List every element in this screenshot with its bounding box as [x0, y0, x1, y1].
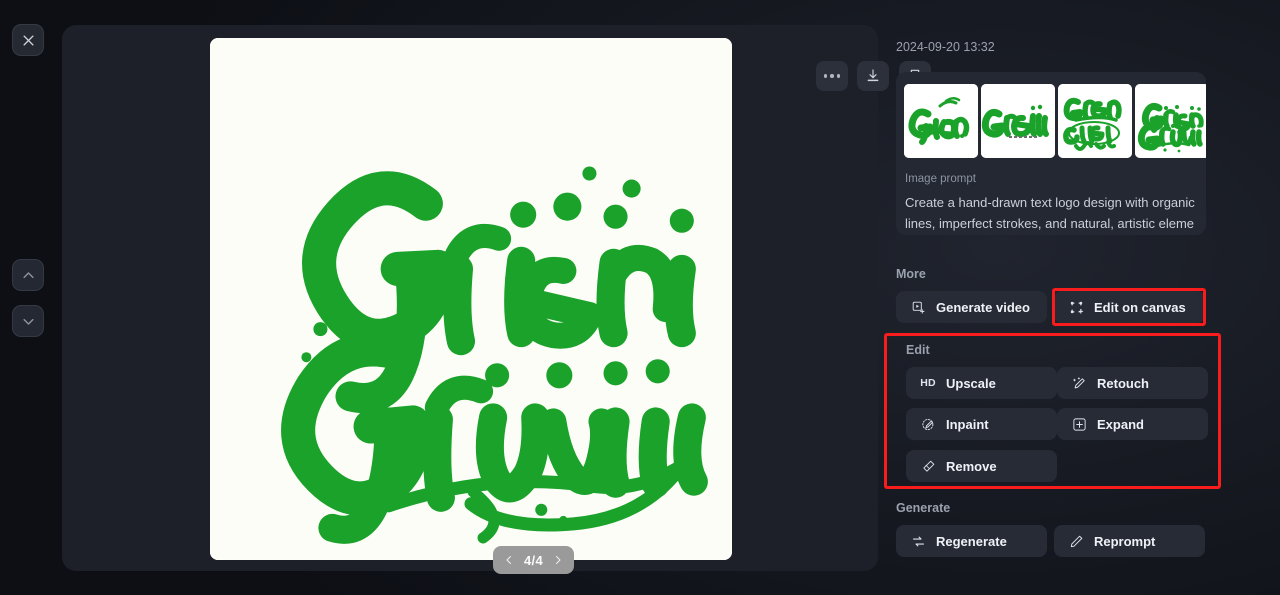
edit-on-canvas-button[interactable]: Edit on canvas: [1054, 291, 1205, 323]
upscale-label: Upscale: [946, 375, 996, 391]
inpaint-label: Inpaint: [946, 416, 989, 432]
section-title-edit: Edit: [906, 343, 930, 357]
close-icon: [23, 35, 33, 45]
thumbnail-2[interactable]: [981, 84, 1055, 158]
main-image[interactable]: [210, 38, 732, 560]
details-sidebar: 2024-09-20 13:32 Image prompt Create a h…: [896, 0, 1226, 595]
ellipsis-icon: [823, 74, 841, 78]
next-image-button[interactable]: [12, 305, 44, 337]
magic-wand-icon: [1071, 375, 1087, 391]
image-viewer-panel: 4/4: [62, 25, 931, 574]
pencil-icon: [1068, 533, 1084, 549]
generate-video-label: Generate video: [936, 299, 1030, 315]
previous-image-button[interactable]: [12, 259, 44, 291]
retouch-label: Retouch: [1097, 375, 1149, 391]
timestamp: 2024-09-20 13:32: [896, 40, 995, 54]
download-icon: [867, 69, 879, 82]
canvas-frame-icon: [1068, 299, 1084, 315]
hd-text-icon: HD: [920, 377, 936, 389]
chevron-down-icon: [22, 318, 34, 325]
download-button[interactable]: [857, 61, 889, 91]
retouch-button[interactable]: Retouch: [1057, 367, 1208, 399]
logo-artwork: [210, 38, 732, 560]
more-options-button[interactable]: [816, 61, 848, 91]
expand-button[interactable]: Expand: [1057, 408, 1208, 440]
brush-circle-icon: [920, 416, 936, 432]
app-root: 4/4 2024-09-20 13:32 Image prompt Create…: [0, 0, 1280, 595]
thumbnail-3[interactable]: [1058, 84, 1132, 158]
prompt-card: Image prompt Create a hand-drawn text lo…: [896, 72, 1206, 235]
thumbnail-strip: [904, 84, 1206, 158]
regenerate-button[interactable]: Regenerate: [896, 525, 1047, 557]
section-title-generate: Generate: [896, 501, 951, 515]
reprompt-button[interactable]: Reprompt: [1054, 525, 1205, 557]
prompt-text: Create a hand-drawn text logo design wit…: [905, 195, 1195, 231]
thumbnail-4[interactable]: [1135, 84, 1206, 158]
prompt-label: Image prompt: [905, 173, 976, 185]
thumbnail-2-artwork: [981, 84, 1055, 158]
thumbnail-3-artwork: [1058, 84, 1132, 158]
section-title-more: More: [896, 267, 926, 281]
refresh-arrows-icon: [910, 533, 926, 549]
remove-label: Remove: [946, 458, 997, 474]
chevron-up-icon: [22, 271, 34, 278]
inpaint-button[interactable]: Inpaint: [906, 408, 1057, 440]
pagination-label: 4/4: [524, 552, 543, 568]
expand-label: Expand: [1097, 416, 1144, 432]
remove-button[interactable]: Remove: [906, 450, 1057, 482]
upscale-button[interactable]: HD Upscale: [906, 367, 1057, 399]
thumbnail-1-artwork: [904, 84, 978, 158]
eraser-icon: [920, 458, 936, 474]
chevron-right-icon[interactable]: [552, 554, 564, 566]
chevron-left-icon[interactable]: [503, 554, 515, 566]
video-frame-icon: [910, 299, 926, 315]
expand-square-icon: [1071, 416, 1087, 432]
generate-video-button[interactable]: Generate video: [896, 291, 1047, 323]
reprompt-label: Reprompt: [1094, 533, 1156, 549]
pagination-control[interactable]: 4/4: [493, 546, 574, 574]
close-button[interactable]: [12, 24, 44, 56]
edit-on-canvas-label: Edit on canvas: [1094, 299, 1186, 315]
thumbnail-4-artwork: [1135, 84, 1206, 158]
regenerate-label: Regenerate: [936, 533, 1007, 549]
thumbnail-1[interactable]: [904, 84, 978, 158]
